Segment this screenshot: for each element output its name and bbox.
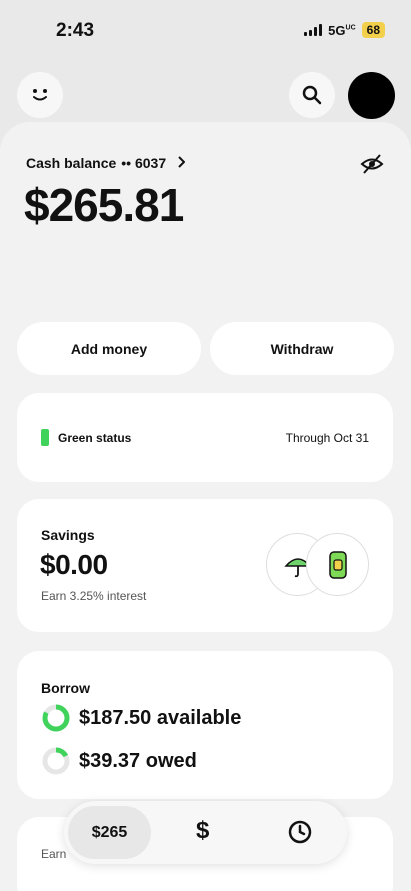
cash-balance-link[interactable]: Cash balance •• 6037 — [26, 155, 186, 171]
tab-pay[interactable]: $ — [196, 817, 209, 845]
green-status-label: Green status — [58, 431, 132, 445]
network-label: 5GUC — [328, 22, 356, 38]
bottom-nav: $265 $ — [64, 801, 347, 864]
withdraw-button[interactable]: Withdraw — [210, 322, 394, 375]
savings-card[interactable]: Savings $0.00 Earn 3.25% interest — [17, 499, 393, 632]
add-money-button[interactable]: Add money — [17, 322, 201, 375]
hide-balance-icon[interactable] — [360, 152, 384, 176]
status-through-date: Through Oct 31 — [285, 431, 369, 445]
search-icon[interactable] — [289, 72, 335, 118]
borrow-owed: $39.37 owed — [79, 749, 197, 772]
signal-icon — [304, 24, 323, 36]
savings-title: Savings — [41, 527, 95, 543]
borrow-card[interactable]: Borrow $187.50 available $39.37 owed — [17, 651, 393, 799]
smiley-icon[interactable] — [17, 72, 63, 118]
borrow-available-row: $187.50 available — [41, 703, 241, 733]
avatar[interactable] — [348, 72, 395, 119]
borrow-available: $187.50 available — [79, 706, 242, 729]
top-bar — [0, 72, 411, 122]
available-ring-icon — [42, 704, 70, 732]
earn-label: Earn — [41, 847, 67, 861]
chevron-right-icon — [177, 155, 186, 171]
savings-interest: Earn 3.25% interest — [41, 589, 147, 603]
status-right: 5GUC 68 — [304, 22, 385, 38]
borrow-title: Borrow — [41, 680, 90, 696]
green-status-card[interactable]: Green status Through Oct 31 — [17, 393, 393, 482]
cash-balance-label: Cash balance — [26, 155, 117, 171]
account-masked: •• 6037 — [121, 155, 167, 171]
balance-amount: $265.81 — [24, 179, 184, 231]
status-bar: 2:43 5GUC 68 — [0, 0, 411, 62]
clock-icon[interactable] — [288, 820, 312, 849]
status-time: 2:43 — [56, 20, 95, 41]
savings-amount: $0.00 — [40, 549, 108, 580]
borrow-owed-row: $39.37 owed — [41, 746, 197, 776]
green-status-indicator — [41, 429, 49, 446]
owed-ring-icon — [42, 747, 70, 775]
battery-indicator: 68 — [361, 22, 385, 38]
cash-stack-icon — [306, 533, 369, 596]
tab-balance[interactable]: $265 — [68, 806, 151, 859]
